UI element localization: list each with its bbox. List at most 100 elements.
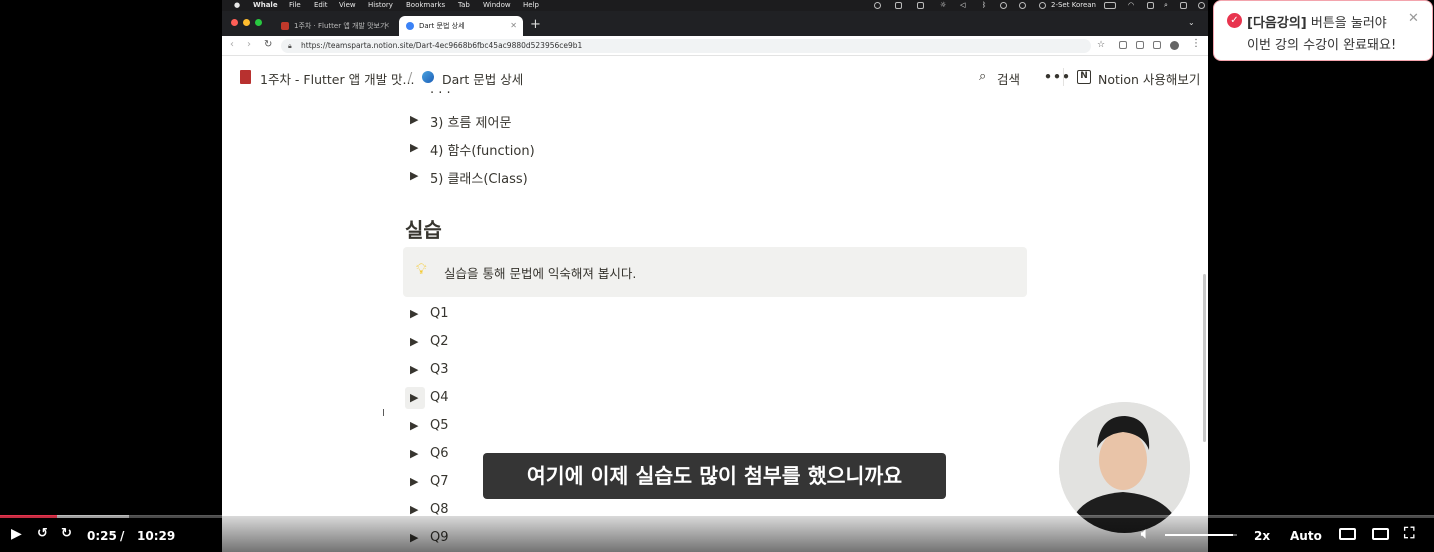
toast-line-1-rest: 버튼을 눌러야 [1306,16,1387,31]
breadcrumb-current[interactable]: Dart 문법 상세 [442,69,523,88]
section-heading: 실습 [405,218,442,242]
duration: 10:29 [137,529,176,543]
notion-logo-icon: N [1077,70,1091,84]
profile-avatar[interactable] [1170,41,1179,50]
browser-menu-icon[interactable]: ⋮ [1191,38,1201,49]
pen-icon[interactable] [917,2,924,9]
play-icon[interactable] [1019,2,1026,9]
apple-icon[interactable]: ● [234,0,240,11]
window-minimize-button[interactable] [243,19,250,26]
toggle-triangle-icon[interactable]: ▶ [410,335,418,348]
toggle-triangle-icon[interactable]: ▶ [410,363,418,376]
toggle-triangle-icon[interactable]: ▶ [410,391,418,404]
toggle-triangle-icon[interactable]: ▶ [410,141,418,154]
toggle-q6[interactable]: Q6 [430,446,449,461]
more-options-icon[interactable]: ••• [1044,69,1071,84]
wifi-icon[interactable]: ◠ [1128,0,1134,11]
play-icon[interactable]: ▶ [11,526,22,542]
callout-text: 실습을 통해 문법에 익숙해져 봅시다. [444,266,637,281]
toggle-q2[interactable]: Q2 [430,334,449,349]
toggle-triangle-icon[interactable]: ▶ [410,419,418,432]
menu-help[interactable]: Help [523,0,539,11]
toast-line-1: [다음강의] 버튼을 눌러야 [1247,12,1387,31]
spotlight-icon[interactable]: ⌕ [1164,0,1168,11]
capture-icon[interactable] [1119,41,1127,49]
tab-close-icon[interactable]: ✕ [510,16,517,36]
dart-icon [422,71,434,83]
back-icon[interactable]: ‹ [230,39,234,50]
menu-view[interactable]: View [339,0,356,11]
toggle-flow-control[interactable]: 3) 흐름 제어문 [430,112,511,131]
toggle-class[interactable]: 5) 클래스(Class) [430,168,528,187]
toggle-q1[interactable]: Q1 [430,306,449,321]
menubar-app-name[interactable]: Whale [253,0,278,11]
toast-line-2: 이번 강의 수강이 완료돼요! [1247,38,1397,53]
dart-favicon [406,22,414,30]
volume-slider[interactable] [1165,534,1237,536]
split-view-icon[interactable] [1153,41,1161,49]
clipped-toggle-fragment: · · · [430,86,451,101]
toggle-triangle-icon[interactable]: ▶ [410,475,418,488]
breadcrumb-separator: / [408,69,413,84]
menu-tab[interactable]: Tab [458,0,470,11]
display-icon[interactable] [895,2,902,9]
brightness-icon[interactable]: ☼ [940,0,946,11]
forward-10-icon[interactable]: ↻ [61,526,72,541]
new-tab-icon[interactable]: + [530,17,541,32]
breadcrumb-parent[interactable]: 1주차 - Flutter 앱 개발 맛... [260,69,414,88]
toggle-q7[interactable]: Q7 [430,474,449,489]
lightbulb-icon: 💡︎ [416,260,427,278]
quality-button[interactable]: Auto [1290,529,1322,543]
window-close-button[interactable] [231,19,238,26]
control-center-icon[interactable] [1147,2,1154,9]
toast-close-icon[interactable]: ✕ [1408,11,1419,26]
notification-icon[interactable] [1198,2,1205,9]
speed-button[interactable]: 2x [1254,529,1270,543]
browser-tab[interactable]: 1주차 · Flutter 앱 개발 맛보기 ✕ [274,16,396,36]
menu-window[interactable]: Window [483,0,511,11]
toggle-q3[interactable]: Q3 [430,362,449,377]
callout-box: 💡︎ 실습을 통해 문법에 익숙해져 봅시다. [403,247,1027,297]
tab-title: 1주차 · Flutter 앱 개발 맛보기 [294,22,387,30]
picture-in-picture-icon[interactable] [1372,528,1389,540]
toggle-q5[interactable]: Q5 [430,418,449,433]
fullscreen-icon[interactable]: ⛶ [1404,524,1415,542]
rewind-10-icon[interactable]: ↺ [37,526,48,541]
search-button[interactable]: 검색 [997,69,1020,88]
window-zoom-button[interactable] [255,19,262,26]
try-notion-button[interactable]: Notion 사용해보기 [1098,69,1200,88]
menu-bookmarks[interactable]: Bookmarks [406,0,445,11]
tab-close-icon[interactable]: ✕ [383,16,390,36]
page-scrollbar[interactable] [1203,274,1206,442]
menu-file[interactable]: File [289,0,301,11]
volume-icon[interactable]: 🔈︎ [1141,526,1149,542]
toast-highlight: [다음강의] [1247,16,1307,31]
extension-icon[interactable]: ☆ [1097,40,1105,50]
status-icon[interactable] [874,2,881,9]
clock-icon[interactable] [1039,2,1046,9]
toggle-triangle-icon[interactable]: ▶ [410,169,418,182]
toggle-q4[interactable]: Q4 [430,390,449,405]
battery-icon[interactable] [1104,2,1116,9]
sidebar-toggle-icon[interactable] [1136,41,1144,49]
search-icon[interactable]: ⌕ [979,69,986,84]
video-subtitle: 여기에 이제 실습도 많이 첨부를 했으니까요 [483,453,946,499]
captions-icon[interactable] [1339,528,1356,540]
instructor-figure [1059,402,1190,533]
menu-edit[interactable]: Edit [314,0,328,11]
user-icon[interactable] [1000,2,1007,9]
toggle-triangle-icon[interactable]: ▶ [410,307,418,320]
browser-tab-active[interactable]: Dart 문법 상세 ✕ [399,16,523,36]
input-source[interactable]: 2-Set Korean [1051,0,1096,11]
url-bar[interactable]: 🔒︎ https://teamsparta.notion.site/Dart-4… [281,39,1091,53]
toggle-triangle-icon[interactable]: ▶ [410,447,418,460]
toggle-triangle-icon[interactable]: ▶ [410,113,418,126]
forward-icon[interactable]: › [247,39,251,50]
reload-icon[interactable]: ↻ [264,39,272,50]
volume-icon[interactable]: ◁ [960,0,965,11]
tab-list-chevron-icon[interactable]: ⌄ [1188,18,1195,27]
toggle-function[interactable]: 4) 함수(function) [430,140,535,159]
siri-icon[interactable] [1180,2,1187,9]
bluetooth-icon[interactable]: ᛒ [982,0,986,11]
menu-history[interactable]: History [368,0,393,11]
